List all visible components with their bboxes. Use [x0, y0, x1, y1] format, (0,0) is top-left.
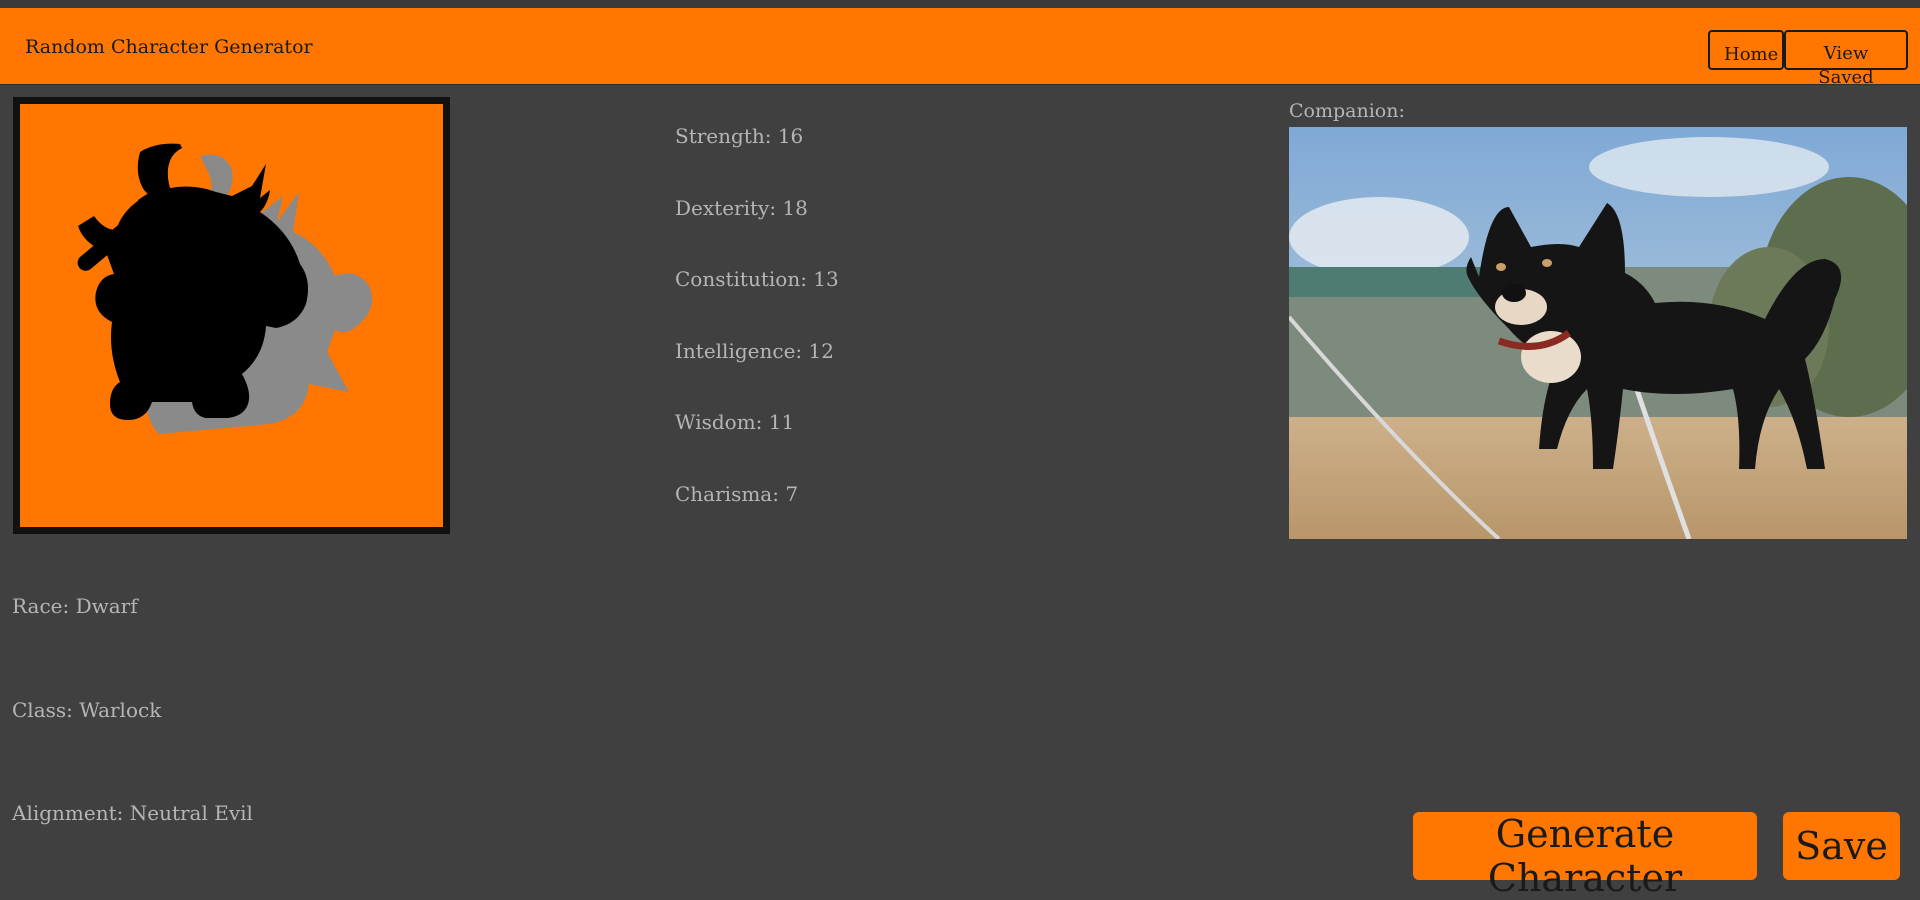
character-alignment: Alignment: Neutral Evil	[12, 801, 253, 825]
companion-photo	[1289, 127, 1907, 539]
window-top-strip	[0, 0, 1920, 8]
stat-dexterity: Dexterity: 18	[675, 196, 808, 220]
stat-wisdom: Wisdom: 11	[675, 410, 795, 434]
companion-label: Companion:	[1289, 100, 1405, 122]
stat-strength: Strength: 16	[675, 124, 804, 148]
character-race: Race: Dwarf	[12, 594, 138, 618]
save-button[interactable]: Save	[1783, 812, 1900, 880]
home-button[interactable]: Home	[1708, 30, 1784, 70]
shiba-inu-dog-icon	[1289, 127, 1907, 539]
character-class: Class: Warlock	[12, 698, 162, 722]
character-portrait	[13, 97, 450, 534]
stat-charisma: Charisma: 7	[675, 482, 799, 506]
navbar: Random Character Generator Home View Sav…	[0, 8, 1920, 88]
stat-intelligence: Intelligence: 12	[675, 339, 834, 363]
view-saved-button[interactable]: View Saved	[1784, 30, 1908, 88]
generate-character-button[interactable]: Generate Character	[1413, 812, 1757, 900]
brand-title[interactable]: Random Character Generator	[25, 36, 313, 58]
dwarf-warrior-silhouette-icon	[77, 143, 373, 434]
stat-constitution: Constitution: 13	[675, 267, 839, 291]
